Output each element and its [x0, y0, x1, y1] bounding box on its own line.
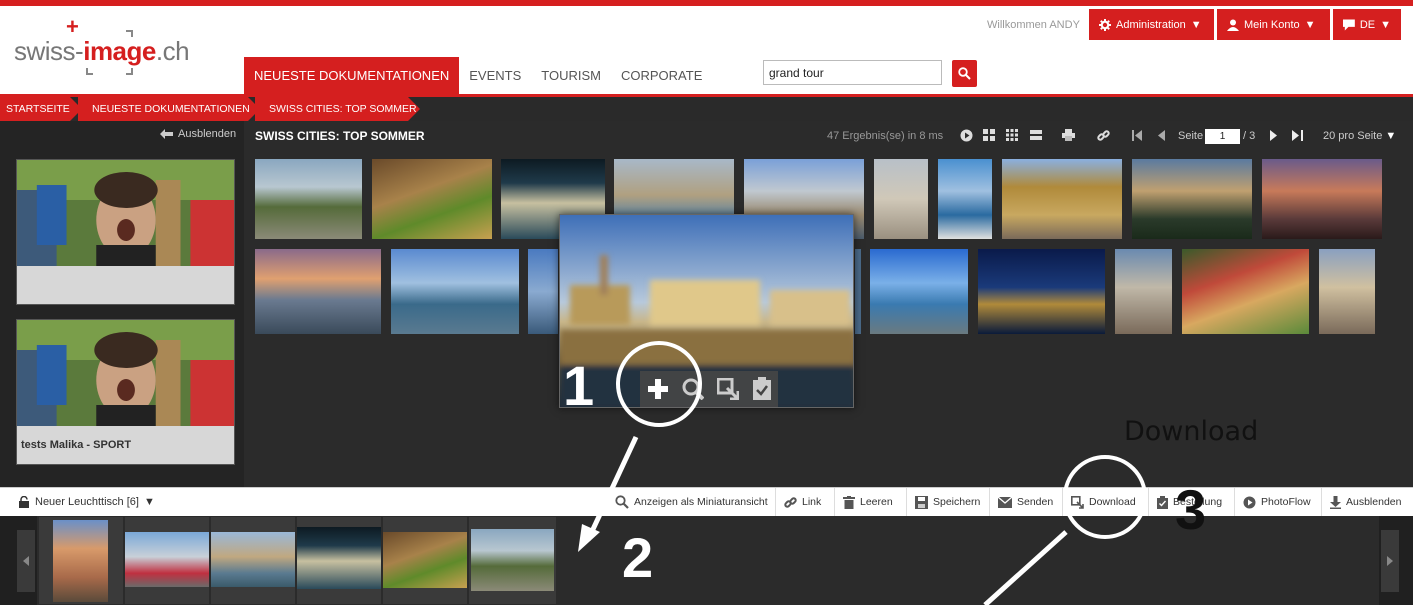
page: + swiss-image.ch Willkommen ANDY Adminis… — [0, 0, 1413, 605]
annotation-number-1: 1 — [563, 354, 595, 417]
annotation-number-2: 2 — [622, 526, 654, 589]
annotation-arrow-2 — [585, 435, 639, 542]
annotation-line-3 — [983, 530, 1068, 605]
annotation-number-3: 3 — [1175, 478, 1207, 541]
annotation-circle-1 — [616, 341, 702, 427]
annotation-circle-3 — [1063, 455, 1147, 539]
annotation-download-label: Download — [1124, 416, 1259, 447]
annotation-arrowhead-2 — [578, 524, 600, 552]
